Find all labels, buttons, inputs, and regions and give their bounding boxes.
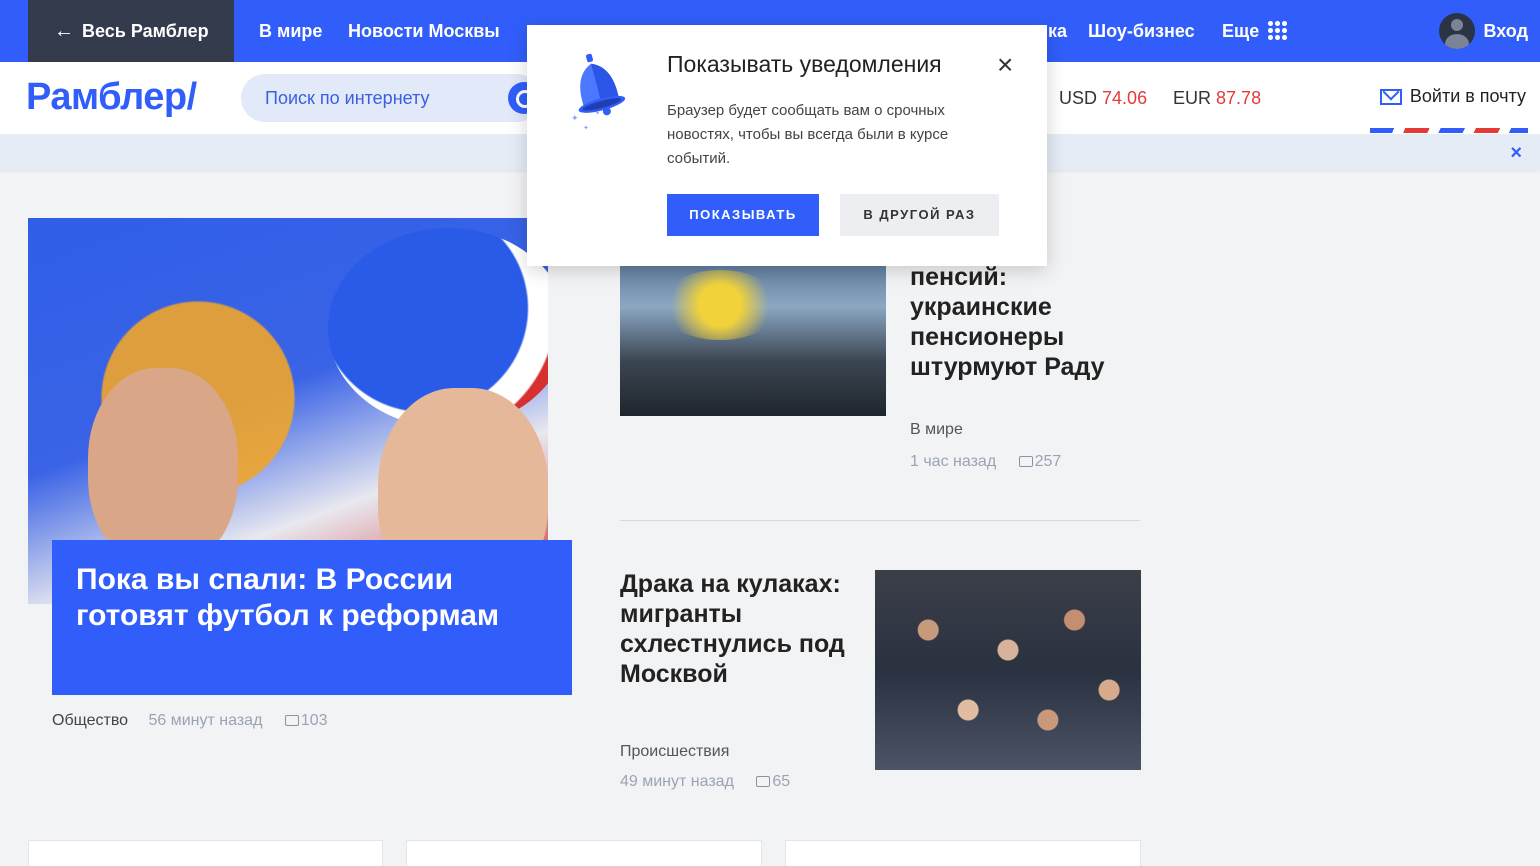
close-icon[interactable]: × [997,51,1013,79]
close-icon[interactable]: × [1510,142,1522,165]
login-label: Вход [1483,20,1528,41]
grid-icon [1267,20,1288,40]
comment-icon [284,715,299,726]
smoke-flare [660,270,780,340]
article-divider [620,520,1140,521]
svg-text:✦: ✦ [583,124,589,131]
back-label: Весь Рамблер [82,20,209,41]
mail-login-button[interactable]: Войти в почту [1379,86,1526,107]
article-time: 49 минут назад [620,773,734,790]
eur-rate: EUR 87.78 [1173,88,1261,109]
news-card[interactable] [406,840,762,866]
news-card[interactable] [28,840,383,866]
notification-popup: ✦ ✦ ✦ Показывать уведомления × Браузер б… [527,25,1047,266]
player-face [88,368,238,568]
article-comments[interactable]: 65 [756,773,790,790]
nav-more-label: Еще [1222,21,1260,41]
article-title[interactable]: пенсий: украинские пенсионеры штурмуют Р… [910,262,1150,382]
nav-link-partial[interactable]: ка [1048,0,1067,62]
nav-link-showbiz[interactable]: Шоу-бизнес [1088,0,1195,62]
arrow-left-icon: ← [54,19,74,42]
later-button[interactable]: В ДРУГОЙ РАЗ [840,194,999,236]
airmail-stripes [1370,128,1528,133]
article-time: 1 час назад [910,453,997,470]
news-card[interactable] [785,840,1141,866]
nav-link-moscow[interactable]: Новости Москвы [348,0,500,62]
article-category[interactable]: Общество [52,712,128,729]
comment-count: 65 [772,773,791,790]
svg-text:✦: ✦ [595,110,600,117]
article-category[interactable]: В мире [910,421,963,439]
article-comments[interactable]: 257 [1018,453,1062,470]
nav-link-world[interactable]: В мире [259,0,322,62]
bell-icon: ✦ ✦ ✦ [571,53,626,131]
comment-icon [756,776,771,787]
article-meta: 1 час назад 257 [910,453,1061,471]
usd-label: USD [1059,88,1098,108]
search-input[interactable]: Поиск по интернету [241,74,541,122]
rambler-logo[interactable]: Рамблер/ [26,76,197,119]
article-time: 56 минут назад [148,712,263,729]
show-notifications-button[interactable]: ПОКАЗЫВАТЬ [667,194,819,236]
svg-text:✦: ✦ [571,114,579,124]
comment-count: 257 [1034,453,1062,470]
mail-label: Войти в почту [1409,86,1526,106]
article-comments[interactable]: 103 [284,712,328,729]
article-meta: 49 минут назад 65 [620,773,790,791]
article-title[interactable]: Драка на кулаках: мигранты схлестнулись … [620,569,850,689]
comment-icon [1018,456,1033,467]
nav-more-button[interactable]: Еще [1222,0,1288,62]
avatar-icon [1439,13,1476,49]
usd-value: 74.06 [1102,88,1148,108]
eur-value: 87.78 [1216,88,1262,108]
popup-text: Браузер будет сообщать вам о срочных нов… [667,102,949,167]
main-article-meta: Общество 56 минут назад 103 [52,712,328,730]
usd-rate: USD 74.06 [1059,88,1147,109]
article-category[interactable]: Происшествия [620,743,729,761]
mail-icon [1379,88,1402,105]
main-article-title[interactable]: Пока вы спали: В России готовят футбол к… [52,540,572,695]
article-image[interactable] [620,260,886,416]
popup-title: Показывать уведомления [667,51,942,77]
eur-label: EUR [1173,88,1212,108]
comment-count: 103 [300,712,328,729]
article-image[interactable] [875,570,1141,770]
login-button[interactable]: Вход [1439,13,1528,49]
back-to-rambler-button[interactable]: ← Весь Рамблер [28,0,234,62]
